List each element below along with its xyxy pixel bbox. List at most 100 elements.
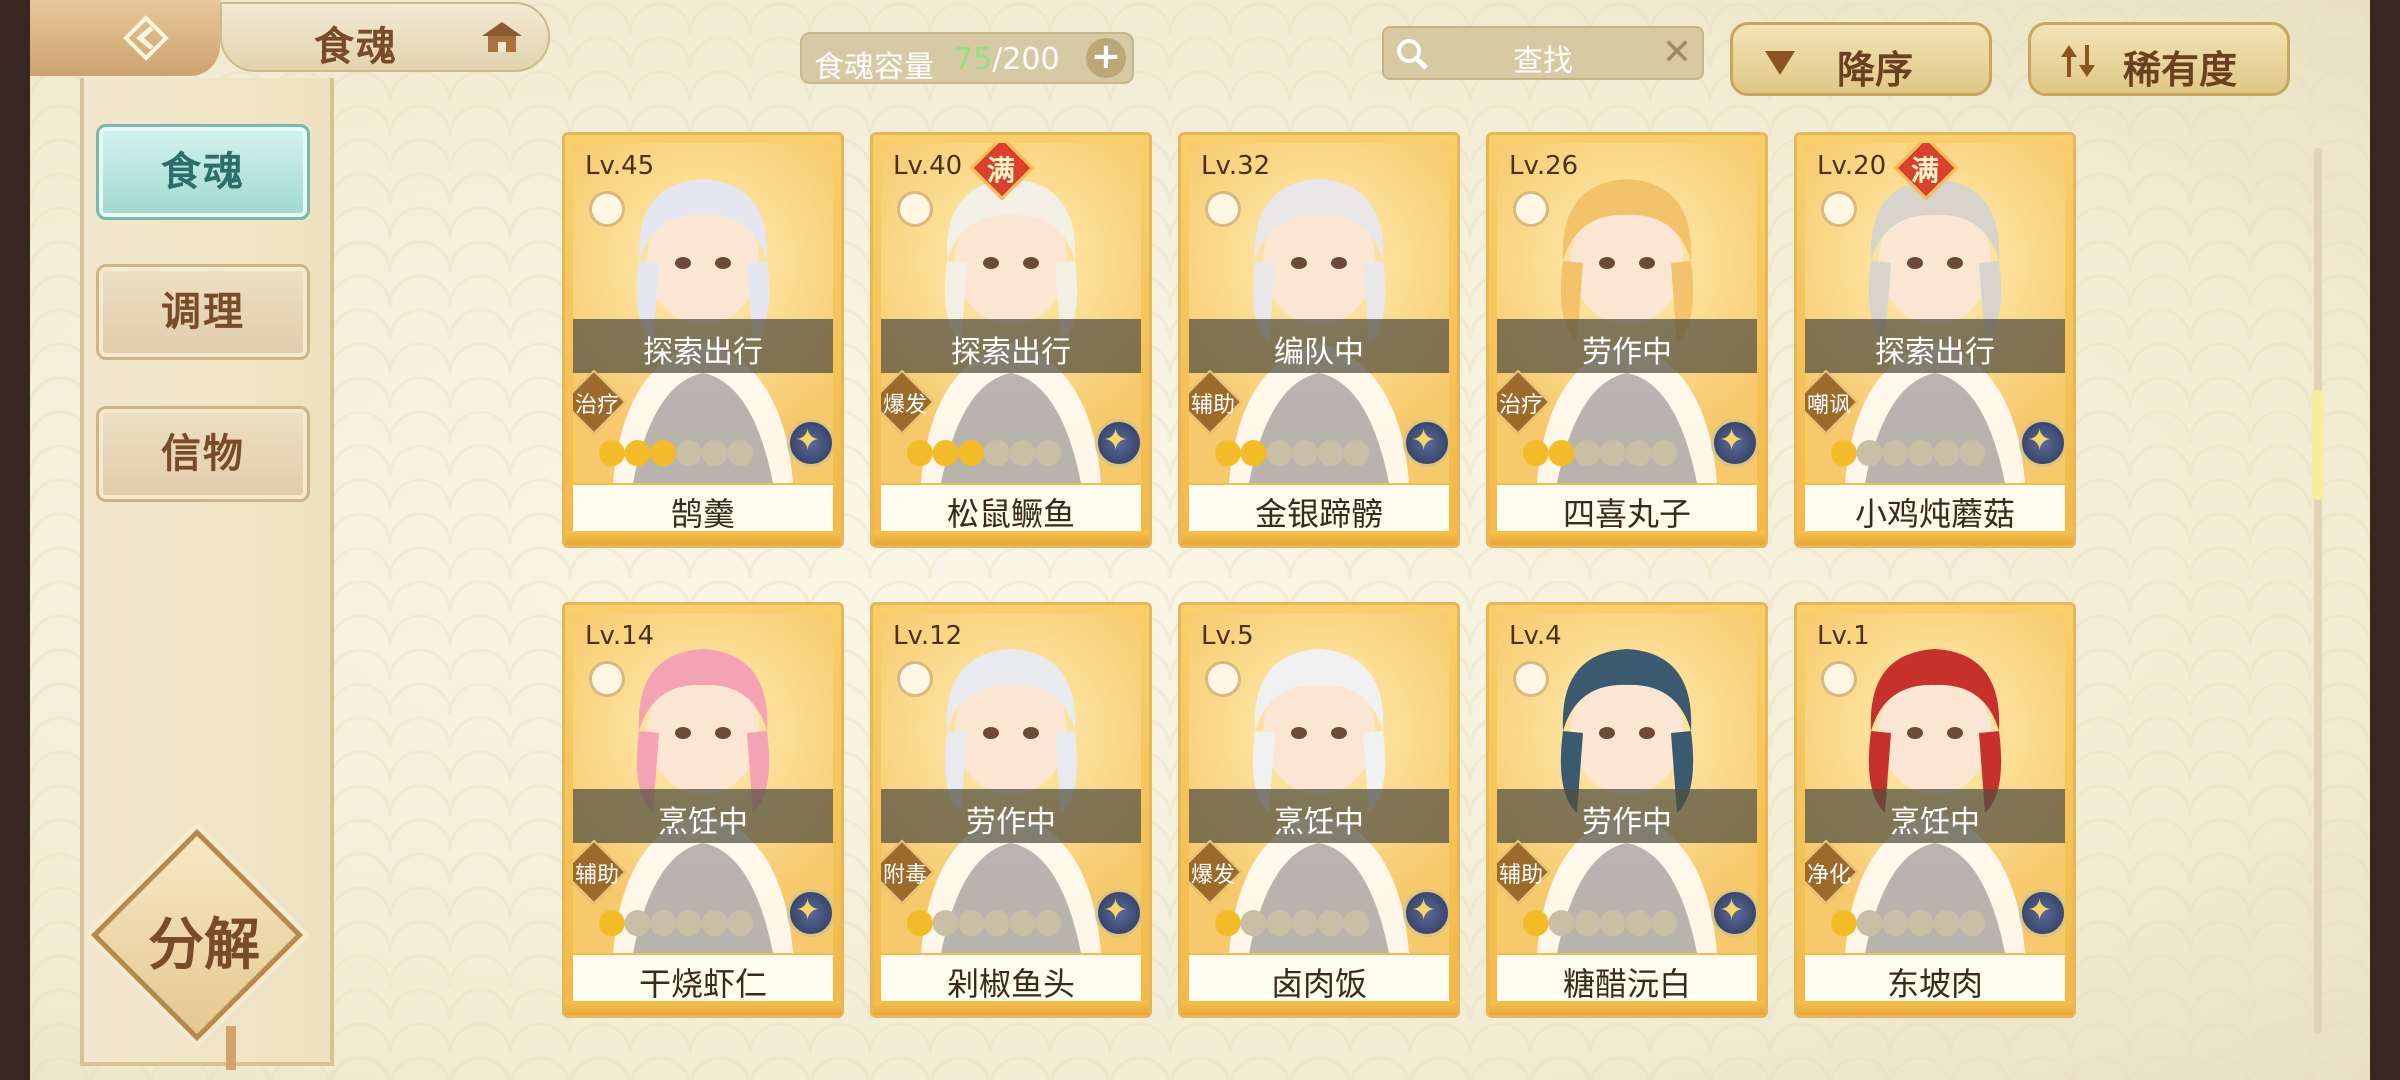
star-empty-icon: ● <box>699 431 730 471</box>
star-filled-icon: ● <box>1546 431 1577 471</box>
card-art: Lv.26 劳作中 治疗 ●●●●●● ✦ <box>1497 143 1757 483</box>
card-art: Lv.4 劳作中 辅助 ●●●●●● ✦ <box>1497 613 1757 953</box>
star-filled-icon: ● <box>930 431 961 471</box>
tassel-decoration <box>226 1026 236 1070</box>
food-soul-card[interactable]: Lv.32 编队中 辅助 ●●●●●● ✦ 金银蹄髈 <box>1178 132 1460 548</box>
sidebar-item-label: 信物 <box>161 431 245 477</box>
status-banner: 探索出行 <box>881 319 1141 373</box>
status-label: 烹饪中 <box>658 805 748 840</box>
star-rating: ●●●●●● <box>1829 431 1987 471</box>
food-soul-name: 干烧虾仁 <box>638 965 767 1003</box>
status-label: 探索出行 <box>643 335 763 370</box>
capacity-plus-button[interactable]: + <box>1086 38 1126 78</box>
star-empty-icon: ● <box>1546 901 1577 941</box>
star-empty-icon: ● <box>622 901 653 941</box>
header-left: 食魂 <box>30 0 560 76</box>
food-soul-card[interactable]: Lv.1 烹饪中 净化 ●●●●●● ✦ 东坡肉 <box>1794 602 2076 1018</box>
sort-order-label: 降序 <box>1837 48 1914 92</box>
card-stripe <box>1797 531 2073 545</box>
scrollbar-thumb[interactable] <box>2312 390 2324 500</box>
plate-icon <box>1205 661 1241 697</box>
status-banner: 探索出行 <box>1805 319 2065 373</box>
element-star-icon: ✦ <box>1719 893 1745 928</box>
status-banner: 烹饪中 <box>1805 789 2065 843</box>
element-star-icon: ✦ <box>2027 893 2053 928</box>
plate-icon <box>589 191 625 227</box>
food-soul-name: 糖醋沅白 <box>1562 965 1691 1003</box>
star-empty-icon: ● <box>1264 901 1294 941</box>
sort-order-button[interactable]: 降序 <box>1730 22 1992 96</box>
food-soul-card[interactable]: Lv.20 满 探索出行 嘲讽 ●●●●●● ✦ 小鸡炖蘑菇 <box>1794 132 2076 548</box>
search-input[interactable]: 查找 ✕ <box>1382 26 1704 80</box>
food-soul-card[interactable]: Lv.4 劳作中 辅助 ●●●●●● ✦ 糖醋沅白 <box>1486 602 1768 1018</box>
star-empty-icon: ● <box>1598 901 1628 941</box>
sort-rarity-button[interactable]: 稀有度 <box>2028 22 2290 96</box>
level-label: Lv.20 <box>1817 151 1887 181</box>
sidebar-item-tokens[interactable]: 信物 <box>96 406 310 502</box>
card-art: Lv.1 烹饪中 净化 ●●●●●● ✦ <box>1805 613 2065 953</box>
star-empty-icon: ● <box>1906 901 1936 941</box>
level-label: Lv.26 <box>1509 151 1579 181</box>
status-label: 烹饪中 <box>1274 805 1364 840</box>
level-label: Lv.4 <box>1509 621 1562 651</box>
element-star-icon: ✦ <box>1103 423 1129 458</box>
star-filled-icon: ● <box>597 431 627 471</box>
star-filled-icon: ● <box>1213 431 1243 471</box>
sidebar-item-food-souls[interactable]: 食魂 <box>96 124 310 220</box>
star-empty-icon: ● <box>1623 901 1654 941</box>
element-star-icon: ✦ <box>2027 423 2053 458</box>
level-label: Lv.32 <box>1201 151 1271 181</box>
star-rating: ●●●●●● <box>597 901 755 941</box>
card-stripe <box>565 1001 841 1015</box>
card-stripe <box>1797 1001 2073 1015</box>
food-soul-card[interactable]: Lv.45 探索出行 治疗 ●●●●●● ✦ 鹄羹 <box>562 132 844 548</box>
clear-search-icon[interactable]: ✕ <box>1662 32 1692 73</box>
sidebar-item-conditioning[interactable]: 调理 <box>96 264 310 360</box>
status-label: 探索出行 <box>951 335 1071 370</box>
role-label: 治疗 <box>575 393 620 418</box>
level-label: Lv.40 <box>893 151 963 181</box>
card-art: Lv.14 烹饪中 辅助 ●●●●●● ✦ <box>573 613 833 953</box>
food-soul-card[interactable]: Lv.40 满 探索出行 爆发 ●●●●●● ✦ 松鼠鳜鱼 <box>870 132 1152 548</box>
star-empty-icon: ● <box>1931 901 1962 941</box>
star-empty-icon: ● <box>1854 431 1885 471</box>
food-soul-card[interactable]: Lv.12 劳作中 附毒 ●●●●●● ✦ 剁椒鱼头 <box>870 602 1152 1018</box>
card-stripe <box>1181 531 1457 545</box>
star-filled-icon: ● <box>648 431 678 471</box>
star-empty-icon: ● <box>1598 431 1628 471</box>
star-rating: ●●●●●● <box>1213 431 1371 471</box>
star-empty-icon: ● <box>982 901 1012 941</box>
sidebar-item-label: 调理 <box>161 289 245 335</box>
plate-icon <box>1821 191 1857 227</box>
name-plate: 东坡肉 <box>1805 955 2065 1003</box>
star-empty-icon: ● <box>1033 901 1063 941</box>
role-label: 辅助 <box>575 863 620 888</box>
star-empty-icon: ● <box>1649 431 1679 471</box>
food-soul-card[interactable]: Lv.14 烹饪中 辅助 ●●●●●● ✦ 干烧虾仁 <box>562 602 844 1018</box>
status-banner: 劳作中 <box>881 789 1141 843</box>
status-banner: 劳作中 <box>1497 789 1757 843</box>
food-soul-card[interactable]: Lv.5 烹饪中 爆发 ●●●●●● ✦ 卤肉饭 <box>1178 602 1460 1018</box>
star-empty-icon: ● <box>648 901 678 941</box>
plate-icon <box>1513 191 1549 227</box>
level-label: Lv.45 <box>585 151 655 181</box>
plate-icon <box>1513 661 1549 697</box>
element-star-icon: ✦ <box>1411 893 1437 928</box>
capacity-count: 75/200 <box>954 42 1060 77</box>
scrollbar-track[interactable] <box>2314 148 2322 1034</box>
food-soul-card[interactable]: Lv.26 劳作中 治疗 ●●●●●● ✦ 四喜丸子 <box>1486 132 1768 548</box>
star-filled-icon: ● <box>905 431 935 471</box>
level-label: Lv.1 <box>1817 621 1870 651</box>
search-placeholder: 查找 <box>1513 44 1573 79</box>
name-plate: 松鼠鳜鱼 <box>881 485 1141 533</box>
home-icon[interactable] <box>480 20 524 56</box>
card-art: Lv.20 满 探索出行 嘲讽 ●●●●●● ✦ <box>1805 143 2065 483</box>
star-empty-icon: ● <box>1957 901 1987 941</box>
name-plate: 糖醋沅白 <box>1497 955 1757 1003</box>
back-button[interactable] <box>30 0 220 76</box>
role-label: 爆发 <box>883 393 928 418</box>
sidebar-item-label: 食魂 <box>161 149 245 195</box>
card-stripe <box>873 531 1149 545</box>
star-empty-icon: ● <box>1007 431 1038 471</box>
star-filled-icon: ● <box>622 431 653 471</box>
